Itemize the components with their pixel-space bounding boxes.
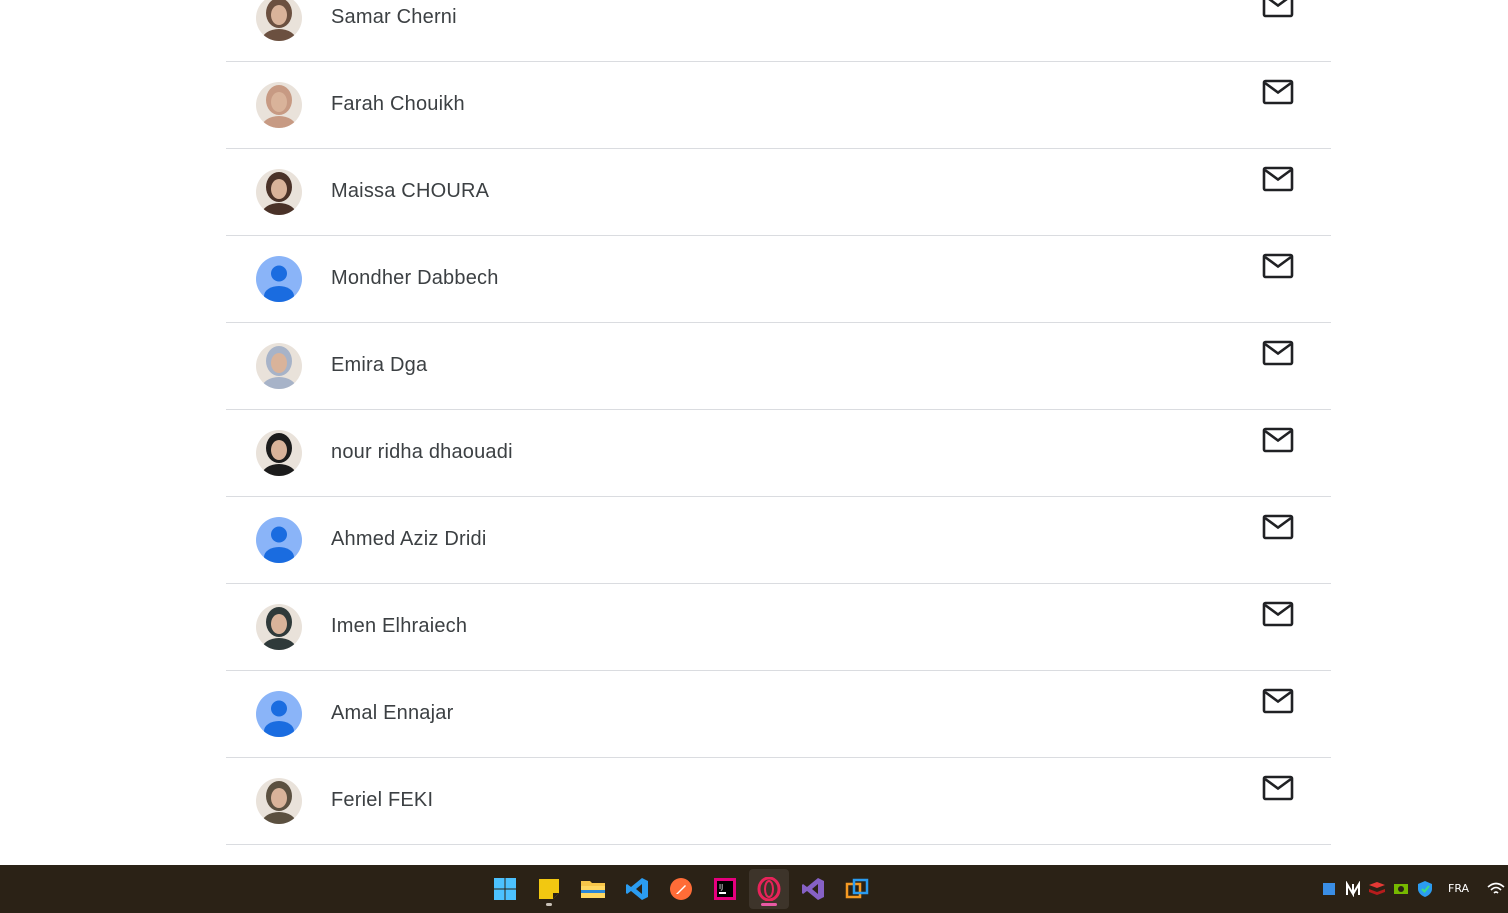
person-row[interactable]: Emira Dga <box>226 323 1331 410</box>
avatar <box>256 82 302 128</box>
person-row[interactable]: Mondher Dabbech <box>226 236 1331 323</box>
people-list: Samar Cherni Farah Chouikh Maissa CHOURA Mo… <box>226 0 1331 845</box>
taskbar-app-sticky-notes[interactable] <box>529 869 569 909</box>
person-name: Ahmed Aziz Dridi <box>331 528 487 550</box>
taskbar-app-start-menu[interactable] <box>485 869 525 909</box>
avatar <box>256 778 302 824</box>
email-envelope-icon[interactable] <box>1260 685 1296 717</box>
running-indicator <box>761 903 777 906</box>
redis-icon[interactable] <box>1368 879 1386 899</box>
person-row[interactable]: Farah Chouikh <box>226 62 1331 149</box>
person-row[interactable]: Amal Ennajar <box>226 671 1331 758</box>
opera-icon <box>757 877 781 901</box>
taskbar-app-visual-studio[interactable] <box>793 869 833 909</box>
running-indicator <box>546 903 552 906</box>
windows-overlap-icon <box>845 877 869 901</box>
security-shield-icon[interactable] <box>1416 879 1434 899</box>
avatar <box>256 0 302 41</box>
person-name: nour ridha dhaouadi <box>331 441 513 463</box>
person-row[interactable]: Ahmed Aziz Dridi <box>226 497 1331 584</box>
taskbar-app-file-explorer[interactable] <box>573 869 613 909</box>
taskbar-app-opera[interactable] <box>749 869 789 909</box>
intellij-icon: IJ <box>713 877 737 901</box>
email-envelope-icon[interactable] <box>1260 163 1296 195</box>
email-envelope-icon[interactable] <box>1260 598 1296 630</box>
avatar <box>256 604 302 650</box>
svg-text:IJ: IJ <box>719 883 723 891</box>
vscode-icon <box>625 877 649 901</box>
person-name: Farah Chouikh <box>331 93 465 115</box>
avatar <box>256 169 302 215</box>
default-avatar-icon <box>256 256 302 302</box>
email-envelope-icon[interactable] <box>1260 337 1296 369</box>
taskbar-app-remote-desktop[interactable] <box>837 869 877 909</box>
email-envelope-icon[interactable] <box>1260 76 1296 108</box>
person-row[interactable]: Samar Cherni <box>226 0 1331 62</box>
person-name: Feriel FEKI <box>331 789 434 811</box>
folder-icon <box>580 878 606 900</box>
windows-logo-icon <box>493 877 517 901</box>
person-name: Mondher Dabbech <box>331 267 499 289</box>
email-envelope-icon[interactable] <box>1260 250 1296 282</box>
person-name: Samar Cherni <box>331 6 457 28</box>
avatar <box>256 430 302 476</box>
taskbar-app-postman[interactable] <box>661 869 701 909</box>
default-avatar-icon <box>256 517 302 563</box>
email-envelope-icon[interactable] <box>1260 0 1296 21</box>
email-envelope-icon[interactable] <box>1260 424 1296 456</box>
person-row[interactable]: Imen Elhraiech <box>226 584 1331 671</box>
postman-icon <box>669 877 693 901</box>
sticky-notes-icon <box>537 877 561 901</box>
person-row[interactable]: Feriel FEKI <box>226 758 1331 845</box>
email-envelope-icon[interactable] <box>1260 772 1296 804</box>
notion-like-icon[interactable] <box>1344 879 1362 899</box>
language-indicator[interactable]: FRA <box>1448 882 1469 895</box>
email-envelope-icon[interactable] <box>1260 511 1296 543</box>
default-avatar-icon <box>256 691 302 737</box>
person-row[interactable]: nour ridha dhaouadi <box>226 410 1331 497</box>
person-row[interactable]: Maissa CHOURA <box>226 149 1331 236</box>
person-name: Maissa CHOURA <box>331 180 490 202</box>
windows-taskbar: FRA IJ <box>0 865 1508 913</box>
visual-studio-icon <box>801 877 825 901</box>
taskbar-app-intellij[interactable]: IJ <box>705 869 745 909</box>
wifi-icon[interactable] <box>1487 879 1505 899</box>
person-name: Emira Dga <box>331 354 428 376</box>
taskbar-app-vs-code[interactable] <box>617 869 657 909</box>
person-name: Imen Elhraiech <box>331 615 468 637</box>
avatar <box>256 343 302 389</box>
blue-app-icon[interactable] <box>1320 879 1338 899</box>
person-name: Amal Ennajar <box>331 702 454 724</box>
contacts-page: Samar Cherni Farah Chouikh Maissa CHOURA Mo… <box>0 0 1508 865</box>
nvidia-icon[interactable] <box>1392 879 1410 899</box>
